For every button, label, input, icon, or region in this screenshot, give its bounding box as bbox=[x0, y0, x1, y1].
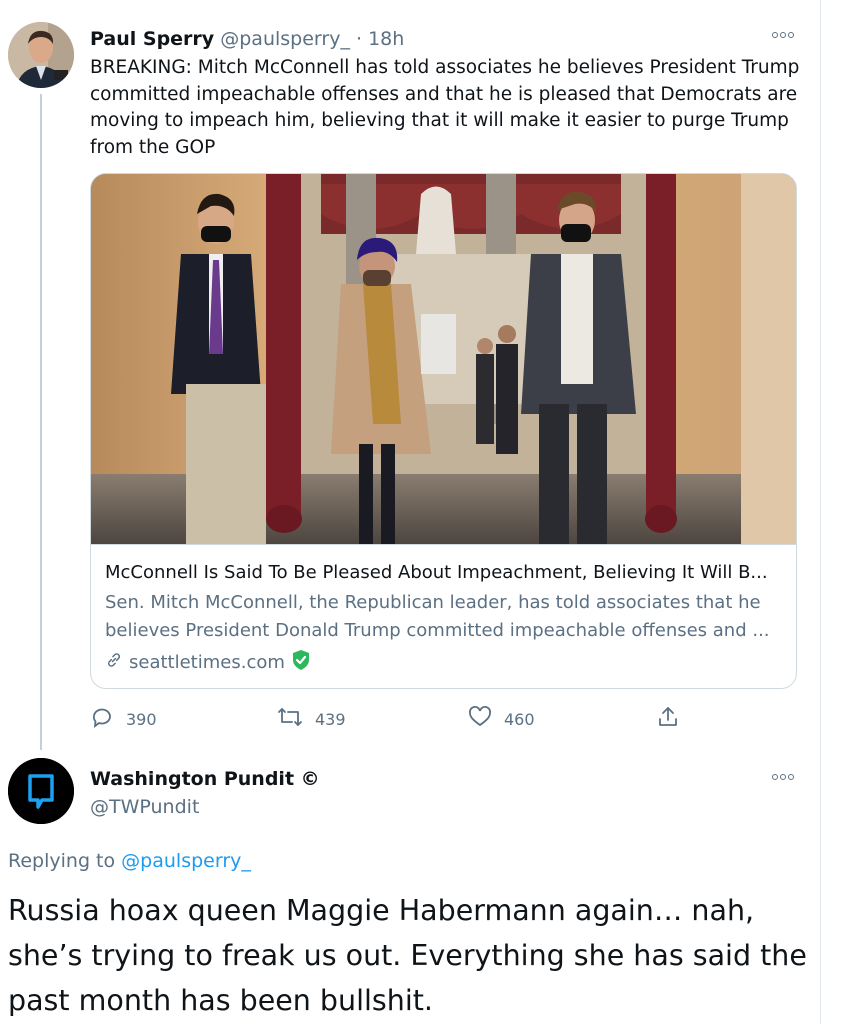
tweet-text: BREAKING: Mitch McConnell has told assoc… bbox=[90, 57, 800, 158]
replying-to: Replying to @paulsperry_ bbox=[8, 850, 251, 872]
heart-icon bbox=[468, 705, 492, 733]
replying-to-link[interactable]: @paulsperry_ bbox=[121, 850, 251, 872]
card-divider bbox=[91, 544, 796, 545]
column-divider bbox=[820, 0, 821, 1024]
share-button[interactable] bbox=[656, 705, 680, 733]
avatar[interactable] bbox=[8, 758, 74, 824]
tweet-header: Paul Sperry @paulsperry_ · 18h bbox=[90, 28, 404, 50]
timestamp[interactable]: · 18h bbox=[356, 28, 404, 50]
card-title[interactable]: McConnell Is Said To Be Pleased About Im… bbox=[105, 562, 785, 583]
thread-connector-line bbox=[40, 94, 42, 750]
user-handle[interactable]: @TWPundit bbox=[90, 796, 199, 818]
reply-count: 390 bbox=[126, 709, 157, 729]
avatar[interactable] bbox=[8, 22, 74, 88]
retweet-button[interactable]: 439 bbox=[277, 705, 346, 733]
like-button[interactable]: 460 bbox=[468, 705, 535, 733]
share-icon bbox=[656, 705, 680, 733]
like-count: 460 bbox=[504, 709, 535, 729]
card-domain[interactable]: seattletimes.com bbox=[105, 649, 311, 676]
link-icon bbox=[105, 651, 123, 674]
user-handle[interactable]: @paulsperry_ bbox=[220, 28, 350, 50]
reply-icon bbox=[90, 705, 114, 733]
retweet-icon bbox=[277, 705, 303, 733]
more-options-icon[interactable] bbox=[772, 30, 798, 40]
retweet-count: 439 bbox=[315, 709, 346, 729]
reply-button[interactable]: 390 bbox=[90, 705, 157, 733]
card-domain-text: seattletimes.com bbox=[129, 652, 285, 673]
card-description: Sen. Mitch McConnell, the Republican lea… bbox=[105, 592, 770, 641]
card-image bbox=[91, 174, 796, 544]
verified-shield-icon bbox=[291, 649, 311, 676]
replying-prefix: Replying to bbox=[8, 850, 116, 872]
tweet-header: Washington Pundit © bbox=[90, 768, 320, 790]
tweet-text: Russia hoax queen Maggie Habermann again… bbox=[8, 894, 807, 1017]
link-card[interactable]: McConnell Is Said To Be Pleased About Im… bbox=[90, 173, 797, 689]
more-options-icon[interactable] bbox=[772, 772, 798, 782]
display-name[interactable]: Washington Pundit © bbox=[90, 768, 320, 790]
display-name[interactable]: Paul Sperry bbox=[90, 28, 214, 50]
